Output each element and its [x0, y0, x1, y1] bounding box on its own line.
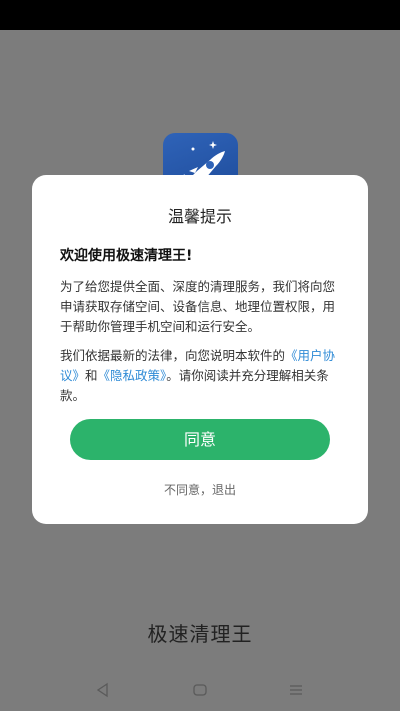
- back-triangle-icon[interactable]: [93, 680, 113, 700]
- navigation-bar: [0, 670, 400, 711]
- disagree-exit-button[interactable]: 不同意，退出: [32, 481, 368, 498]
- menu-lines-icon[interactable]: [286, 680, 306, 700]
- dialog-title: 温馨提示: [167, 207, 232, 226]
- status-bar: [0, 0, 400, 30]
- welcome-text: 欢迎使用极速清理王!: [60, 248, 193, 264]
- agreement-paragraph: 我们依据最新的法律，向您说明本软件的《用户协议》和《隐私政策》。请你阅读并充分理…: [60, 346, 344, 406]
- app-name: 极速清理王: [147, 622, 253, 646]
- home-rounded-square-icon[interactable]: [190, 680, 210, 700]
- and-text: 和: [85, 368, 98, 383]
- privacy-policy-link[interactable]: 《隐私政策》: [98, 368, 167, 383]
- permission-paragraph: 为了给您提供全面、深度的清理服务，我们将向您申请获取存储空间、设备信息、地理位置…: [60, 279, 336, 334]
- agree-button[interactable]: 同意: [70, 419, 330, 460]
- agreement-prefix: 我们依据最新的法律，向您说明本软件的: [60, 348, 286, 363]
- privacy-dialog: 温馨提示 欢迎使用极速清理王! 为了给您提供全面、深度的清理服务，我们将向您申请…: [32, 175, 368, 524]
